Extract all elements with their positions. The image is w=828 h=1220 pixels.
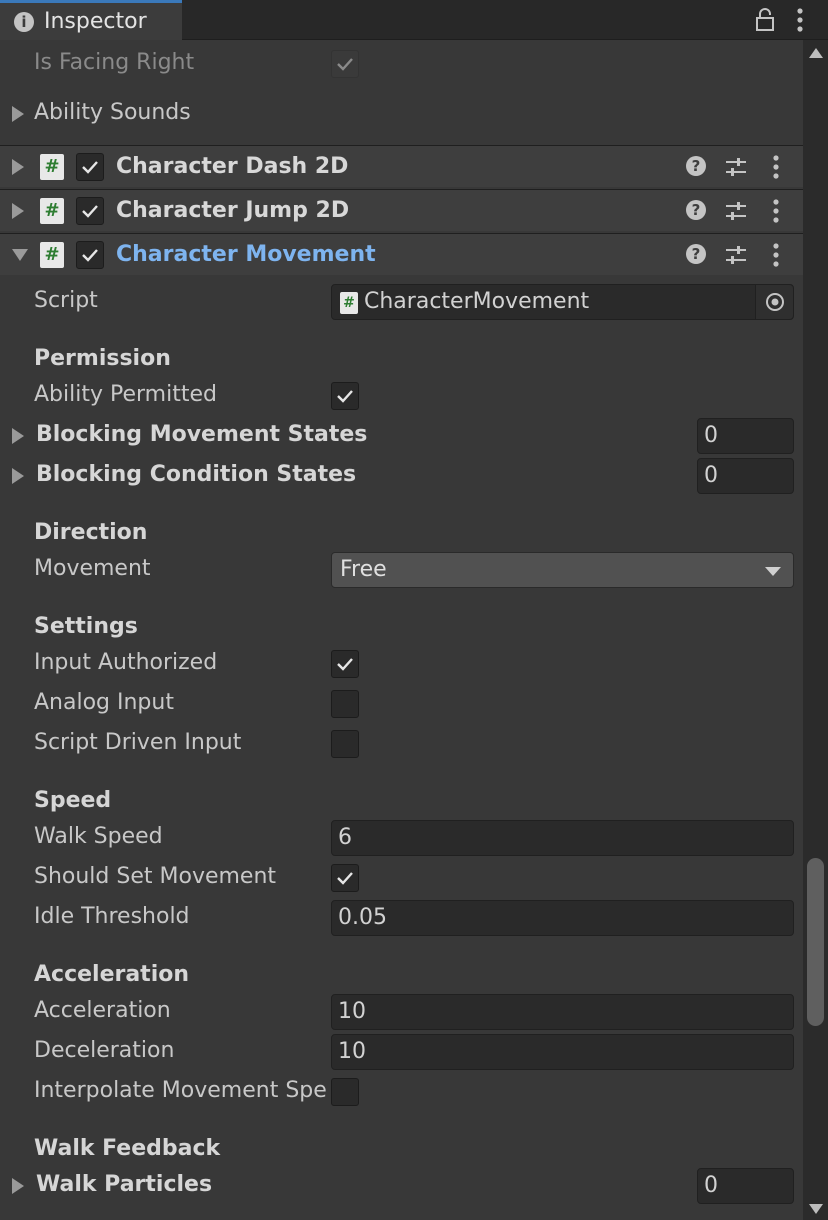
help-icon[interactable]: ? <box>686 200 706 220</box>
movement-dropdown-value: Free <box>340 557 387 582</box>
component-name: Character Dash 2D <box>116 154 349 179</box>
component-enabled-checkbox[interactable] <box>76 153 104 181</box>
scroll-down-arrow-icon[interactable] <box>809 1204 823 1214</box>
is-facing-right-checkbox[interactable] <box>331 50 359 78</box>
deceleration-field[interactable]: 10 <box>331 1034 794 1070</box>
help-icon[interactable]: ? <box>686 244 706 264</box>
interpolate-movement-speed-label: Interpolate Movement Spe <box>34 1078 327 1103</box>
chevron-down-icon <box>765 567 781 576</box>
section-header-settings: Settings <box>34 614 138 639</box>
is-facing-right-label: Is Facing Right <box>34 50 195 75</box>
ability-permitted-label: Ability Permitted <box>34 382 217 407</box>
script-driven-input-label: Script Driven Input <box>34 730 242 755</box>
idle-threshold-label: Idle Threshold <box>34 904 190 929</box>
blocking-condition-states-foldout-arrow[interactable] <box>12 468 24 484</box>
blocking-movement-states-label[interactable]: Blocking Movement States <box>36 422 367 447</box>
deceleration-label: Deceleration <box>34 1038 175 1063</box>
script-value: CharacterMovement <box>364 289 590 314</box>
blocking-movement-states-size-field[interactable]: 0 <box>697 418 794 454</box>
acceleration-field[interactable]: 10 <box>331 994 794 1030</box>
script-icon: # <box>40 198 64 224</box>
component-name: Character Movement <box>116 242 376 267</box>
ability-permitted-checkbox[interactable] <box>331 382 359 410</box>
script-field[interactable]: # CharacterMovement <box>331 284 794 320</box>
component-enabled-checkbox[interactable] <box>76 197 104 225</box>
component-enabled-checkbox[interactable] <box>76 241 104 269</box>
help-icon[interactable]: ? <box>686 156 706 176</box>
component-header-character-movement[interactable]: # Character Movement ? <box>0 233 803 275</box>
presets-icon[interactable] <box>724 155 748 179</box>
component-header-character-dash-2d[interactable]: # Character Dash 2D ? <box>0 145 803 187</box>
section-header-walk-feedback: Walk Feedback <box>34 1136 221 1161</box>
foldout-arrow[interactable] <box>12 159 24 175</box>
movement-label: Movement <box>34 556 151 581</box>
target-icon <box>766 293 784 311</box>
component-menu-icon[interactable] <box>766 241 786 269</box>
idle-threshold-field[interactable]: 0.05 <box>331 900 794 936</box>
input-authorized-checkbox[interactable] <box>331 650 359 678</box>
walk-particles-size-field[interactable]: 0 <box>697 1168 794 1204</box>
walk-particles-label[interactable]: Walk Particles <box>36 1172 212 1197</box>
scroll-up-arrow-icon[interactable] <box>809 48 823 58</box>
walk-speed-field[interactable]: 6 <box>331 820 794 856</box>
component-header-character-jump-2d[interactable]: # Character Jump 2D ? <box>0 189 803 231</box>
tab-title: Inspector <box>44 9 147 34</box>
movement-dropdown[interactable]: Free <box>331 552 794 588</box>
object-picker-button[interactable] <box>755 285 793 319</box>
tab-bar: i Inspector <box>0 0 828 40</box>
scrollbar-thumb[interactable] <box>807 858 824 1026</box>
kebab-menu-icon[interactable] <box>790 6 810 34</box>
script-label: Script <box>34 288 98 313</box>
acceleration-label: Acceleration <box>34 998 171 1023</box>
blocking-condition-states-label[interactable]: Blocking Condition States <box>36 462 356 487</box>
analog-input-label: Analog Input <box>34 690 174 715</box>
walk-particles-foldout-arrow[interactable] <box>12 1178 24 1194</box>
interpolate-movement-speed-checkbox[interactable] <box>331 1078 359 1106</box>
component-menu-icon[interactable] <box>766 197 786 225</box>
should-set-movement-label: Should Set Movement <box>34 864 277 889</box>
script-icon: # <box>340 292 358 314</box>
component-name: Character Jump 2D <box>116 198 350 223</box>
input-authorized-label: Input Authorized <box>34 650 218 675</box>
component-menu-icon[interactable] <box>766 153 786 181</box>
tab-inspector[interactable]: i Inspector <box>0 0 182 40</box>
script-icon: # <box>40 242 64 268</box>
section-header-direction: Direction <box>34 520 148 545</box>
blocking-movement-states-foldout-arrow[interactable] <box>12 428 24 444</box>
script-driven-input-checkbox[interactable] <box>331 730 359 758</box>
lock-icon[interactable] <box>754 8 776 32</box>
section-header-acceleration: Acceleration <box>34 962 190 987</box>
section-header-permission: Permission <box>34 346 171 371</box>
foldout-arrow-expanded[interactable] <box>12 249 28 261</box>
presets-icon[interactable] <box>724 243 748 267</box>
script-icon: # <box>40 154 64 180</box>
info-icon: i <box>14 11 34 32</box>
inspector-content: Is Facing Right Ability Sounds # Charact… <box>0 40 803 1220</box>
presets-icon[interactable] <box>724 199 748 223</box>
vertical-scrollbar[interactable] <box>803 40 828 1220</box>
foldout-arrow[interactable] <box>12 203 24 219</box>
ability-sounds-label[interactable]: Ability Sounds <box>34 100 191 125</box>
walk-speed-label: Walk Speed <box>34 824 163 849</box>
section-header-speed: Speed <box>34 788 112 813</box>
should-set-movement-checkbox[interactable] <box>331 864 359 892</box>
ability-sounds-foldout-arrow[interactable] <box>12 106 24 122</box>
blocking-condition-states-size-field[interactable]: 0 <box>697 458 794 494</box>
analog-input-checkbox[interactable] <box>331 690 359 718</box>
